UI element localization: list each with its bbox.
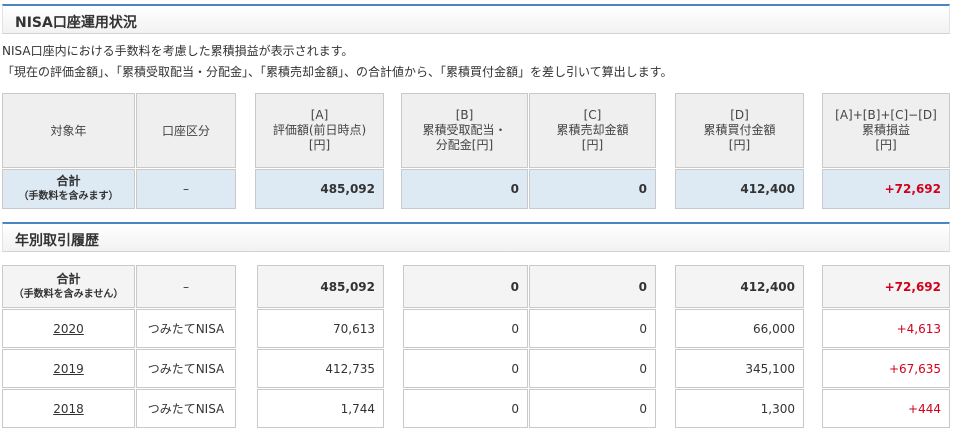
header-valuation-unit: [円] [308, 138, 331, 152]
header-dividends-unit: 分配金[円] [435, 138, 494, 152]
header-dividends-code: [B] [455, 108, 474, 122]
header-sales-label: 累積売却金額 [556, 123, 629, 137]
history-total-sales: 0 [529, 265, 656, 308]
history-row-2020-valuation: 70,613 [257, 309, 384, 348]
header-profit-unit: [円] [875, 138, 897, 152]
history-row-2018-account-type: つみたてNISA [136, 389, 236, 428]
header-profit-code: [A]+[B]+[C]−[D] [835, 108, 937, 122]
year-link-2020[interactable]: 2020 [53, 322, 84, 336]
status-total-title: 合計 [56, 174, 81, 188]
history-row-2020-account-type: つみたてNISA [136, 309, 236, 348]
header-valuation: [A] 評価額(前日時点) [円] [255, 93, 384, 168]
header-purchases: [D] 累積買付金額 [円] [675, 93, 804, 168]
status-total-valuation: 485,092 [255, 169, 384, 209]
header-valuation-code: [A] [310, 108, 329, 122]
history-total-title: 合計 [56, 271, 81, 286]
status-total-note: （手数料を含みます） [18, 191, 119, 202]
status-section-header: NISA口座運用状況 [2, 4, 950, 34]
header-sales-unit: [円] [581, 138, 604, 152]
history-row-2018-dividends: 0 [403, 389, 528, 428]
history-row-2019-sales: 0 [529, 349, 656, 388]
history-row-2019-account-type: つみたてNISA [136, 349, 236, 388]
header-valuation-label: 評価額(前日時点) [272, 123, 367, 137]
header-dividends: [B] 累積受取配当・ 分配金[円] [401, 93, 528, 168]
status-total-dividends: 0 [401, 169, 528, 209]
header-purchases-unit: [円] [728, 138, 751, 152]
year-link-2019[interactable]: 2019 [53, 362, 84, 376]
history-row-2020-purchases: 66,000 [675, 309, 804, 348]
history-row-2020-profit: +4,613 [822, 309, 950, 348]
status-total-sales: 0 [529, 169, 656, 209]
history-total-profit: +72,692 [822, 265, 950, 308]
year-link-2018[interactable]: 2018 [53, 402, 84, 416]
history-row-2018: 2018 [2, 389, 135, 428]
history-row-2018-purchases: 1,300 [675, 389, 804, 428]
header-sales: [C] 累積売却金額 [円] [529, 93, 656, 168]
status-total-label: 合計 （手数料を含みます） [2, 169, 135, 209]
history-row-2020-dividends: 0 [403, 309, 528, 348]
status-total-purchases: 412,400 [675, 169, 804, 209]
history-row-2019-valuation: 412,735 [257, 349, 384, 388]
header-account-type: 口座区分 [136, 93, 236, 168]
history-row-2020-sales: 0 [529, 309, 656, 348]
status-section-title: NISA口座運用状況 [15, 15, 137, 31]
header-purchases-code: [D] [730, 108, 749, 122]
history-row-2018-valuation: 1,744 [257, 389, 384, 428]
history-row-2018-profit: +444 [822, 389, 950, 428]
history-row-2020: 2020 [2, 309, 135, 348]
history-row-2019: 2019 [2, 349, 135, 388]
description-line-2: 「現在の評価金額」、「累積受取配当・分配金」、「累積売却金額」、の合計値から、「… [2, 65, 673, 79]
history-total-dividends: 0 [403, 265, 528, 308]
history-row-2019-profit: +67,635 [822, 349, 950, 388]
status-total-account-type: – [136, 169, 236, 209]
status-total-profit: +72,692 [822, 169, 950, 209]
history-section-header: 年別取引履歴 [2, 222, 950, 252]
history-total-account-type: – [136, 265, 236, 308]
history-total-purchases: 412,400 [675, 265, 804, 308]
header-sales-code: [C] [583, 108, 602, 122]
history-total-note: （手数料を含みません） [13, 288, 124, 300]
history-total-valuation: 485,092 [257, 265, 384, 308]
history-section-title: 年別取引履歴 [15, 233, 99, 249]
history-total-label: 合計 （手数料を含みません） [2, 265, 135, 308]
history-row-2019-dividends: 0 [403, 349, 528, 388]
header-year: 対象年 [2, 93, 135, 168]
header-purchases-label: 累積買付金額 [703, 123, 776, 137]
header-profit-label: 累積損益 [861, 123, 910, 137]
history-row-2018-sales: 0 [529, 389, 656, 428]
description-line-1: NISA口座内における手数料を考慮した累積損益が表示されます。 [2, 44, 354, 58]
header-dividends-label: 累積受取配当・ [422, 123, 507, 137]
history-row-2019-purchases: 345,100 [675, 349, 804, 388]
header-profit: [A]+[B]+[C]−[D] 累積損益 [円] [822, 93, 950, 168]
